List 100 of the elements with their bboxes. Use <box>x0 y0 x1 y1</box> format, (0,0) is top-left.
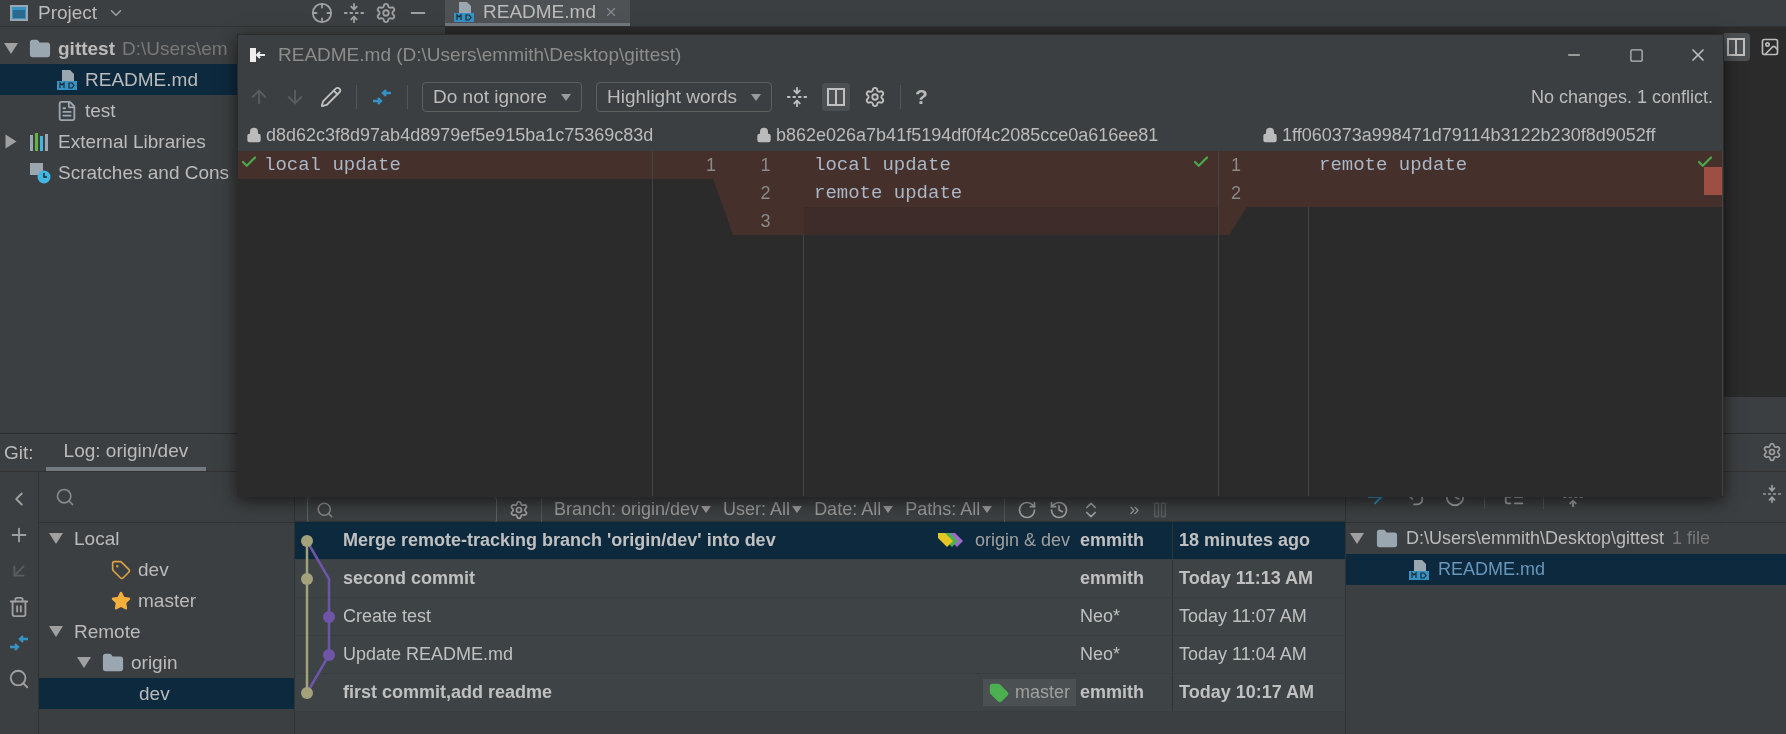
branch-tree-item[interactable]: Remote <box>39 616 294 647</box>
columns-icon <box>1727 38 1745 56</box>
filter-dropdown[interactable]: User: All <box>723 499 803 520</box>
branch-tree-item[interactable]: dev <box>39 554 294 585</box>
scratches-icon <box>29 161 51 184</box>
more-button[interactable]: » <box>1129 499 1140 520</box>
folder-path: D:\Users\emmith\Desktop\gittest <box>1406 528 1665 549</box>
folder-icon <box>102 651 124 674</box>
highlight-dropdown[interactable]: Highlight words <box>596 82 772 112</box>
collapse-icon[interactable] <box>786 86 808 108</box>
settings-icon[interactable] <box>509 499 529 520</box>
columns-icon <box>827 88 845 106</box>
line-number: 2 <box>1230 181 1242 205</box>
caret-icon[interactable] <box>561 93 572 101</box>
folder-path: D:\Users\em <box>122 37 228 60</box>
commit-author: emmith <box>1080 682 1145 703</box>
branch-name: origin & dev <box>974 530 1070 551</box>
commit-author: emmith <box>1080 568 1145 589</box>
history-icon[interactable] <box>1049 499 1070 520</box>
caret-icon[interactable] <box>751 93 761 101</box>
markdown-file-icon <box>56 68 78 91</box>
caret-icon[interactable] <box>701 506 712 513</box>
filter-dropdown[interactable]: Branch: origin/dev <box>554 499 712 520</box>
project-view-selector[interactable]: Project <box>38 2 98 24</box>
branch-tree-item[interactable]: master <box>39 585 294 616</box>
refresh-icon[interactable] <box>1017 499 1038 520</box>
commit-row[interactable]: Update README.md Neo* Today 11:04 AM <box>295 636 1345 674</box>
search-icon[interactable] <box>8 668 30 690</box>
edit-icon[interactable] <box>320 86 342 108</box>
markdown-file-icon <box>1408 558 1430 581</box>
commit-message: Merge remote-tracking branch 'origin/dev' into dev <box>342 530 777 551</box>
tag-icon <box>989 682 1009 703</box>
line-number: 1 <box>759 153 772 177</box>
settings-icon[interactable] <box>864 86 886 108</box>
tag-icon <box>111 559 131 580</box>
commit-message: first commit,add readme <box>342 682 554 703</box>
ignore-dropdown[interactable]: Do not ignore <box>422 82 583 112</box>
folder-icon <box>1376 527 1398 550</box>
markdown-file-icon <box>453 0 475 23</box>
lock-icon <box>756 127 772 143</box>
settings-icon[interactable] <box>375 2 397 24</box>
caret-icon[interactable] <box>982 506 993 513</box>
commit-row[interactable]: Create test Neo* Today 11:07 AM <box>295 598 1345 636</box>
file-count: 1 file <box>1672 528 1711 549</box>
settings-icon[interactable] <box>1762 442 1782 462</box>
lock-icon <box>246 127 262 143</box>
folder-icon <box>29 37 51 60</box>
star-icon <box>111 590 131 611</box>
search-icon <box>316 500 334 519</box>
status-text: No changes. 1 conflict. <box>1530 86 1713 108</box>
revision-hash: d8d62c3f8d97ab4d8979ef5e915ba1c75369c83d <box>266 124 654 146</box>
commit-row[interactable]: first commit,add readme master emmith Today 10:17 AM <box>295 674 1345 712</box>
log-tab[interactable]: Log: origin/dev <box>45 434 207 471</box>
commit-date: 18 minutes ago <box>1172 522 1345 559</box>
diff-icon <box>248 46 266 64</box>
commit-date: Today 10:17 AM <box>1172 674 1345 711</box>
maximize-icon[interactable] <box>1628 47 1644 63</box>
tool-window-title: Git: <box>4 441 34 464</box>
caret-icon[interactable] <box>883 506 894 513</box>
commit-author: Neo* <box>1080 644 1122 665</box>
delete-icon[interactable] <box>8 596 30 618</box>
image-icon <box>1760 37 1780 57</box>
conflict-marker <box>1704 167 1722 195</box>
commit-message: Update README.md <box>342 644 515 665</box>
commit-author: emmith <box>1080 530 1145 551</box>
revision-hash: b862e026a7b41f5194df0f4c2085cce0a616ee81 <box>776 124 1159 146</box>
commit-date: Today 11:04 AM <box>1172 636 1345 673</box>
line-number: 1 <box>1230 153 1242 177</box>
collapse-all-icon[interactable] <box>343 2 365 24</box>
changed-file-item[interactable]: README.md <box>1346 554 1786 585</box>
branch-tree-item[interactable]: Local <box>39 523 294 554</box>
branch-tree-item[interactable]: dev <box>39 678 294 709</box>
locate-icon[interactable] <box>311 2 333 24</box>
line-number: 3 <box>759 209 772 233</box>
commit-message: Create test <box>342 606 433 627</box>
help-button[interactable]: ? <box>915 85 928 109</box>
commit-author: Neo* <box>1080 606 1122 627</box>
commit-row[interactable]: second commit emmith Today 11:13 AM <box>295 560 1345 598</box>
branch-name: master <box>1015 682 1070 703</box>
caret-icon[interactable] <box>5 134 17 149</box>
editor-only-button[interactable] <box>1722 33 1750 61</box>
file-icon <box>56 99 78 122</box>
expand-icon[interactable] <box>1762 484 1782 504</box>
filter-dropdown[interactable]: Paths: All <box>905 499 993 520</box>
dialog-title: README.md (D:\Users\emmith\Desktop\gittest) <box>278 44 682 66</box>
commit-message: second commit <box>342 568 477 589</box>
line-number: 2 <box>759 181 772 205</box>
revision-hash: 1ff060373a998471d79114b3122b230f8d9052ff <box>1282 124 1656 146</box>
library-icon <box>29 131 51 152</box>
commit-date: Today 11:13 AM <box>1172 560 1345 597</box>
caret-icon[interactable] <box>49 533 63 544</box>
commit-date: Today 11:07 AM <box>1172 598 1345 635</box>
lock-icon <box>1262 127 1278 143</box>
caret-icon[interactable] <box>792 506 803 513</box>
caret-icon[interactable] <box>49 626 63 637</box>
editor-tab[interactable]: README.md <box>445 0 630 26</box>
commit-row[interactable]: Merge remote-tracking branch 'origin/dev' into dev origin & dev emmith 18 minutes ago <box>295 522 1345 560</box>
search-icon[interactable] <box>55 487 75 507</box>
side-by-side-button[interactable] <box>822 83 850 111</box>
filter-dropdown[interactable]: Date: All <box>814 499 894 520</box>
